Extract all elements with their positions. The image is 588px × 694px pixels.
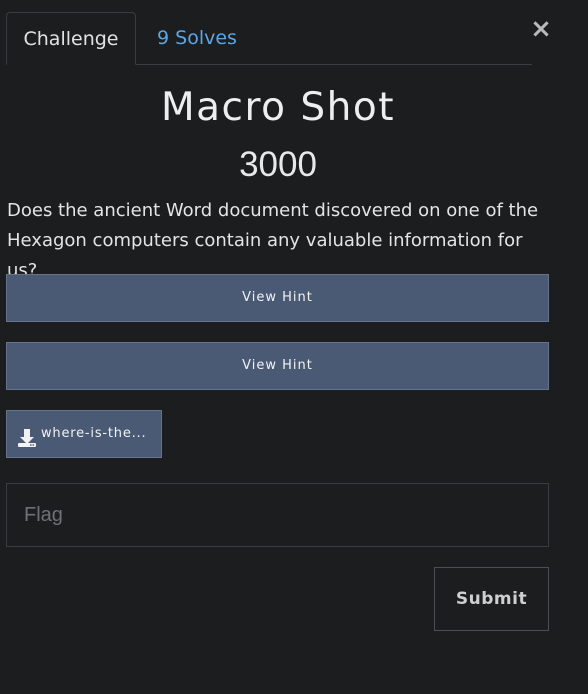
file-download-button[interactable]: where-is-the...: [6, 410, 162, 458]
view-hint-button-1[interactable]: View Hint: [6, 274, 549, 322]
challenge-description: Does the ancient Word document discovere…: [7, 200, 539, 281]
tab-solves[interactable]: 9 Solves: [157, 12, 237, 64]
tab-challenge[interactable]: Challenge: [6, 12, 136, 65]
download-icon: [17, 422, 37, 447]
modal-tabs: Challenge 9 Solves: [6, 12, 532, 65]
submit-button[interactable]: Submit: [434, 567, 549, 631]
challenge-points: 3000: [239, 145, 317, 184]
file-name-label: where-is-the...: [41, 426, 147, 441]
view-hint-button-2[interactable]: View Hint: [6, 342, 549, 390]
challenge-title: Macro Shot: [160, 85, 396, 130]
flag-input[interactable]: [6, 483, 549, 547]
challenge-modal: × Challenge 9 Solves Macro Shot 3000 Doe…: [0, 0, 588, 694]
